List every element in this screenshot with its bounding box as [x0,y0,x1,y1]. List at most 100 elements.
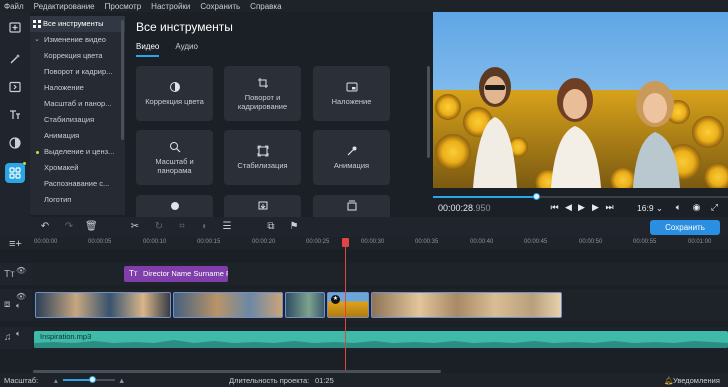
category-item[interactable]: Наложение [30,80,125,96]
cut-icon[interactable]: ✂ [129,221,141,233]
menu-settings[interactable]: Настройки [151,2,190,11]
filters-button[interactable] [5,133,25,153]
snapshot-icon[interactable]: ◉ [691,202,702,213]
category-label: Изменение видео [44,35,106,44]
audio-clip-label: Inspiration.mp3 [40,332,92,341]
rotate-crop-icon [257,77,268,88]
zoom-out-icon[interactable]: ▴ [54,376,58,385]
title-clip-label: Director Name Surname P [143,269,228,278]
tool-tile-partial[interactable] [136,195,213,217]
category-item[interactable]: Масштаб и панор... [30,96,125,112]
import-button[interactable] [5,17,25,37]
menu-view[interactable]: Просмотр [105,2,142,11]
zoom-slider-knob[interactable] [88,376,96,383]
category-label: Выделение и ценз... [44,147,115,156]
tool-label: Наложение [331,97,372,106]
titles-button[interactable] [5,105,25,125]
volume-icon[interactable]: 🔈︎ [16,329,21,339]
visibility-icon[interactable]: 👁︎ [16,292,26,301]
playback-progress[interactable] [433,196,728,198]
save-button[interactable]: Сохранить [650,220,720,235]
zoom-in-icon[interactable]: ▲ [118,376,125,385]
zoom-label: Масштаб: [4,376,39,385]
marker-icon[interactable]: ⚑ [288,221,300,233]
video-preview[interactable] [433,12,728,188]
tool-tile-partial[interactable] [224,195,301,217]
text-track-header: Tт 👁︎ [0,263,32,285]
video-clip[interactable] [35,292,171,318]
category-all-tools[interactable]: Все инструменты [30,16,125,32]
category-item[interactable]: Хромакей [30,160,125,176]
chroma-icon [258,201,267,210]
category-group-video-edit[interactable]: ⌄ Изменение видео [30,32,125,48]
animation-icon [347,146,356,156]
next-frame-button[interactable]: ▶ [590,202,601,213]
tool-rotate-crop[interactable]: Поворот и кадрирование [224,66,301,121]
tab-audio[interactable]: Аудио [175,42,198,57]
current-time: 00:00:28.950 [438,203,491,213]
notifications-link[interactable]: Уведомления [673,376,720,385]
magic-wand-button[interactable] [5,49,25,69]
tool-label: Стабилизация [237,161,288,170]
tool-tile-partial[interactable] [313,195,390,217]
to-start-button[interactable]: ⏮ [549,202,560,213]
category-item-highlight[interactable]: Выделение и ценз... [30,144,125,160]
playhead-handle[interactable] [342,238,349,247]
video-clip[interactable] [173,292,283,318]
tool-stabilization[interactable]: Стабилизация [224,130,301,185]
ruler-label: 00:01:00 [688,239,712,245]
video-clip[interactable] [285,292,325,318]
category-item[interactable]: Поворот и кадрир... [30,64,125,80]
ruler-label: 00:00:10 [143,239,167,245]
rotate-icon[interactable]: ↻ [153,221,165,233]
delete-icon[interactable]: 🗑︎ [85,221,98,233]
visibility-icon[interactable]: 👁︎ [16,266,26,275]
transitions-button[interactable] [5,77,25,97]
redo-icon[interactable]: ↷ [63,221,75,233]
volume-icon[interactable]: 🔈︎ [16,301,21,311]
volume-icon[interactable]: 🔈︎ [673,202,684,213]
category-item[interactable]: Стабилизация [30,112,125,128]
time-ruler[interactable]: 00:00:00 00:00:05 00:00:10 00:00:15 00:0… [0,237,728,249]
fullscreen-icon[interactable]: ⤢ [709,202,720,213]
tool-animation[interactable]: Анимация [313,130,390,185]
tool-zoom-pan[interactable]: Масштаб и панорама [136,130,213,185]
ruler-label: 00:00:55 [633,239,657,245]
category-item[interactable]: Анимация [30,128,125,144]
video-track-header: ⧈ 👁︎ 🔈︎ [0,289,32,321]
prev-frame-button[interactable]: ◀ [563,202,574,213]
all-tools-button[interactable] [5,163,25,183]
category-item[interactable]: Логотип [30,192,125,208]
title-clip[interactable]: Tт Director Name Surname P [124,266,228,282]
stabilization-icon [257,145,268,157]
aspect-ratio-select[interactable]: 16:9 ⌄ [637,203,663,214]
play-button[interactable]: ▶ [576,202,587,213]
video-clip[interactable]: ★ [327,292,369,318]
color-icon[interactable]: ◐ [199,221,211,233]
menu-help[interactable]: Справка [250,2,281,11]
clip-properties-icon[interactable]: ☰ [221,221,233,233]
tool-color-correction[interactable]: Коррекция цвета [136,66,213,121]
tool-overlay[interactable]: Наложение [313,66,390,121]
overlay-icon[interactable]: ⧉ [265,221,277,233]
zoom-slider-fill [63,379,92,381]
crop-icon[interactable]: ⌗ [176,221,188,233]
category-list: Все инструменты ⌄ Изменение видео Коррек… [30,16,125,215]
menu-file[interactable]: Файл [4,2,24,11]
video-clip[interactable] [371,292,562,318]
zoom-pan-icon [169,141,180,152]
category-item[interactable]: Коррекция цвета [30,48,125,64]
menu-edit[interactable]: Редактирование [34,2,95,11]
panel-scrollbar[interactable] [427,66,430,158]
audio-clip[interactable]: Inspiration.mp3 [34,331,728,348]
menu-save[interactable]: Сохранить [200,2,240,11]
category-item[interactable]: Распознавание с... [30,176,125,192]
category-scrollbar[interactable] [121,20,124,140]
panel-title: Все инструменты [136,20,233,34]
tab-video[interactable]: Видео [136,42,160,57]
to-end-button[interactable]: ⏭ [604,202,615,213]
undo-icon[interactable]: ↶ [39,221,51,233]
color-correction-icon [169,82,180,92]
tool-label: Коррекция цвета [145,97,204,106]
progress-knob[interactable] [533,193,541,200]
